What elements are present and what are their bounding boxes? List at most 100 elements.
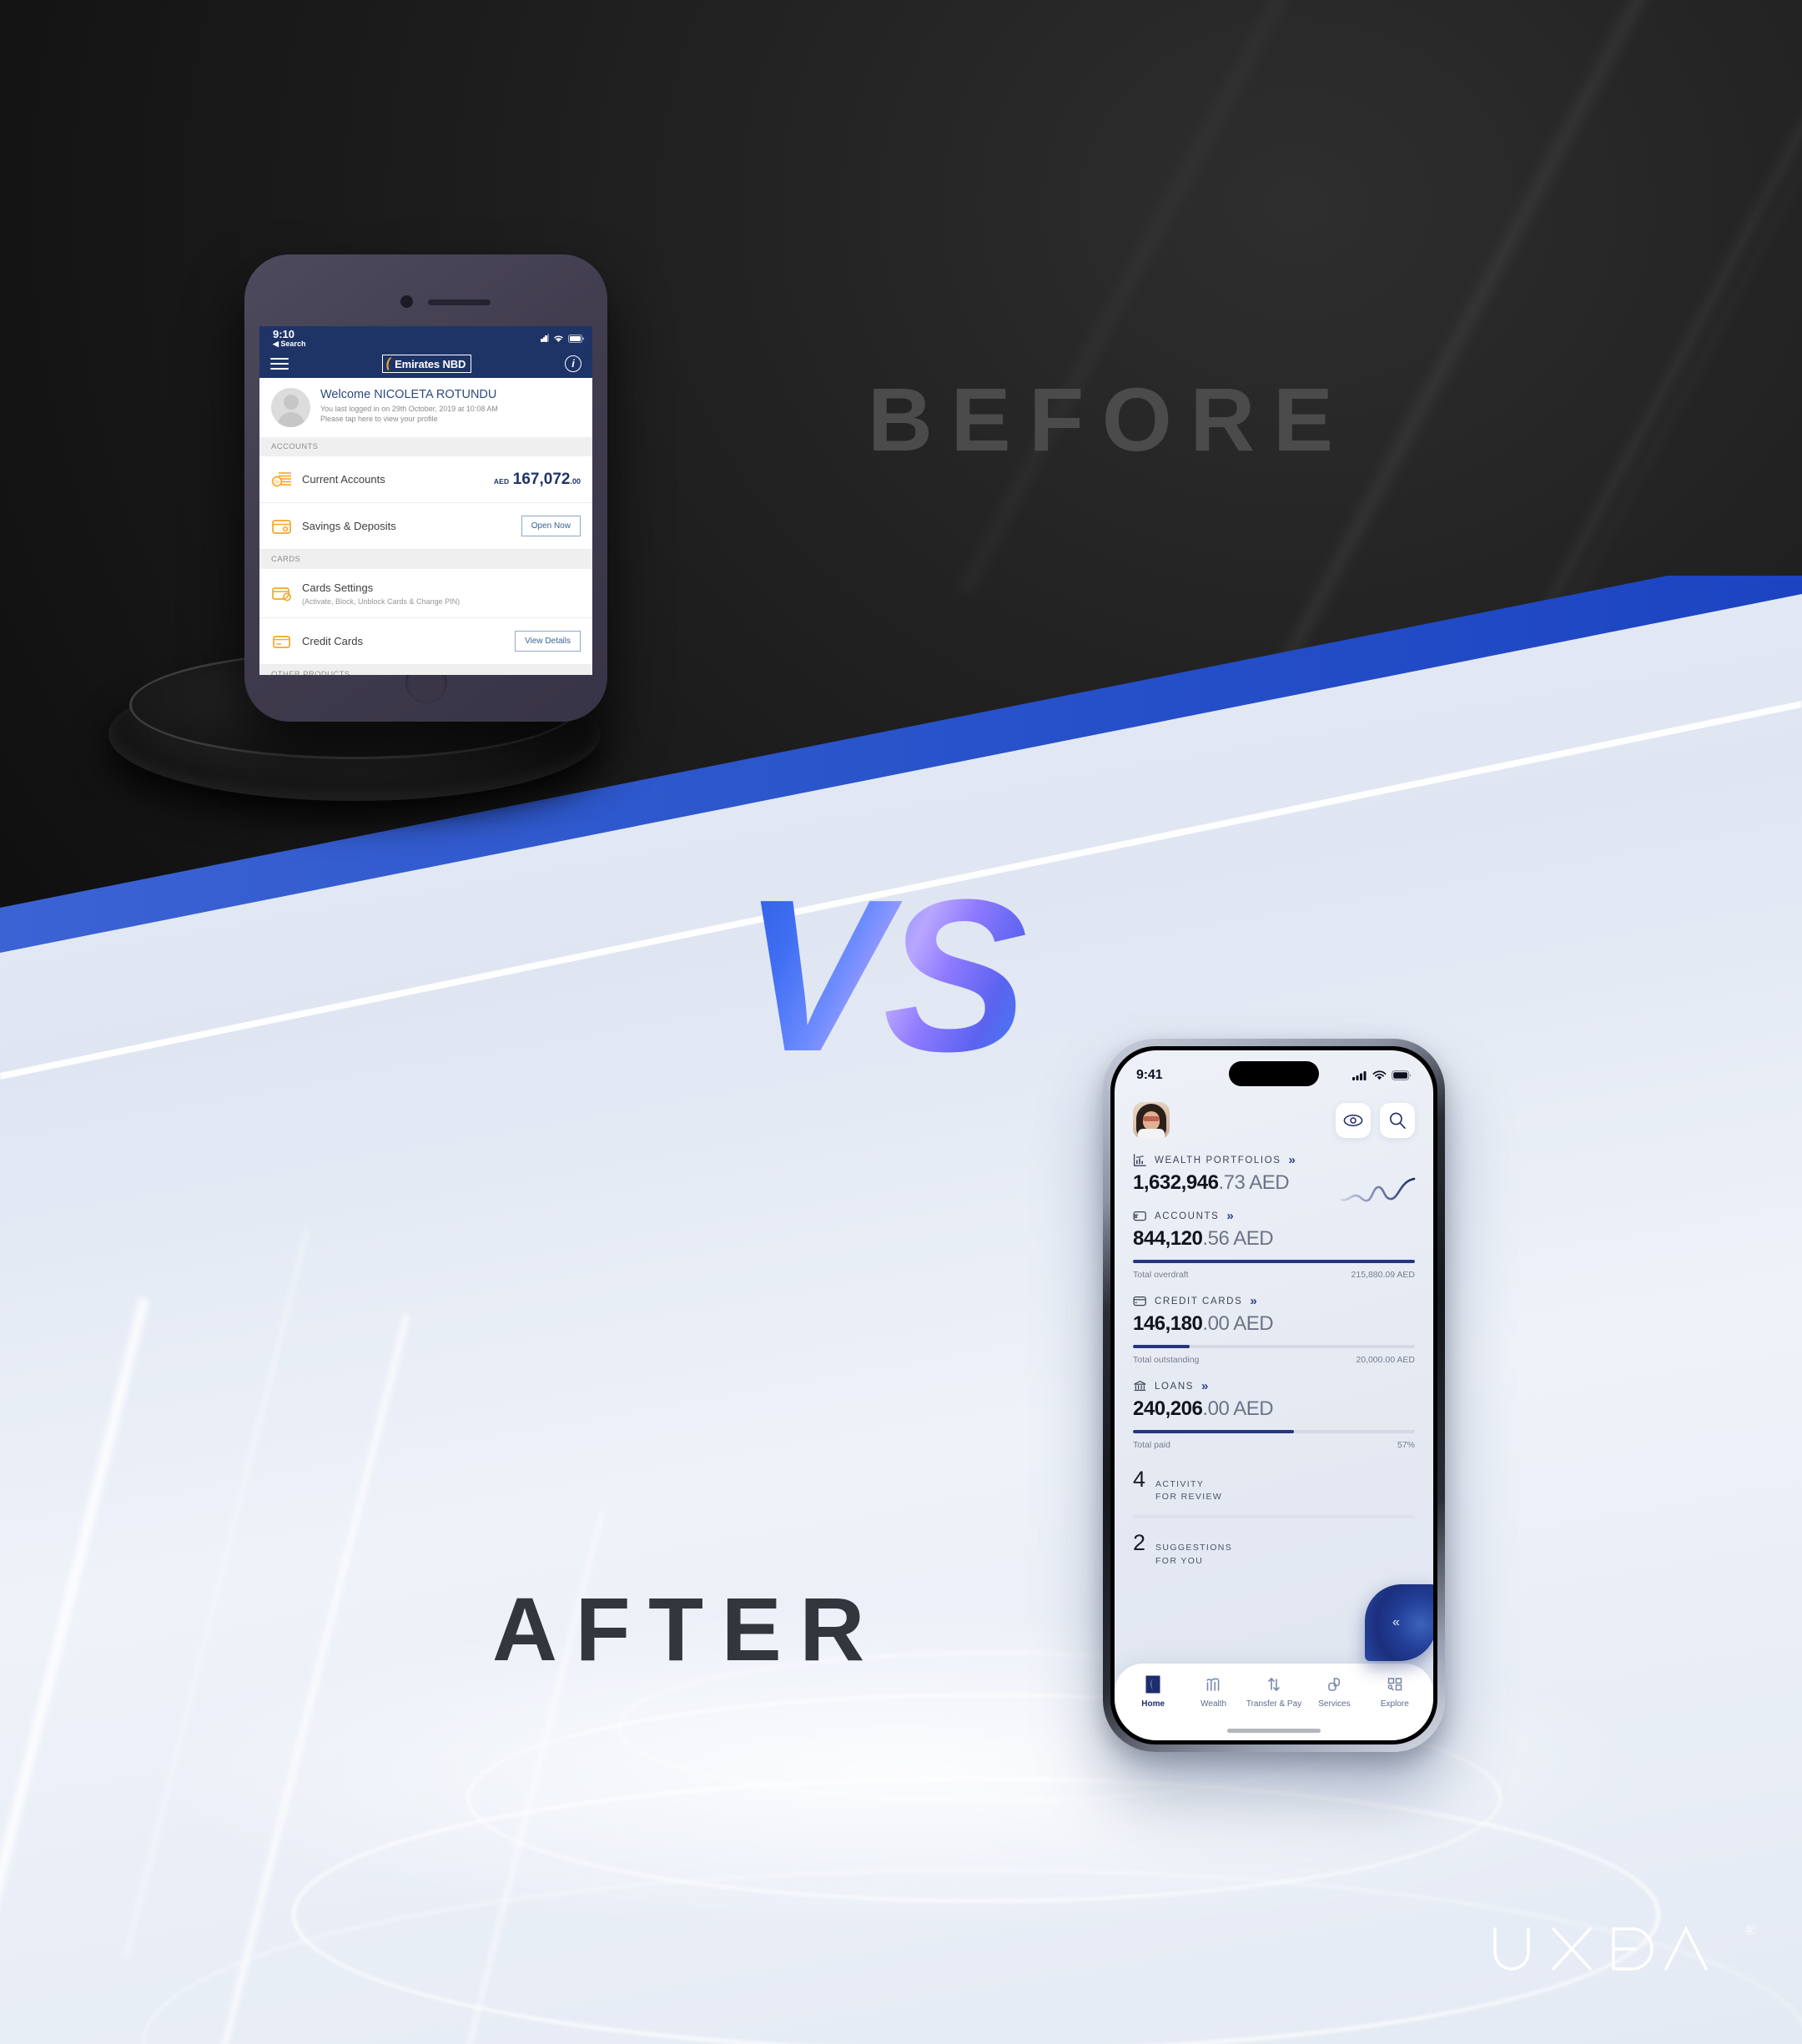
suggestions-label: SUGGESTIONS FOR YOU (1155, 1542, 1232, 1567)
account-balance: AED 167,072.00 (494, 471, 581, 489)
progress-fill (1133, 1260, 1415, 1263)
suggestions-count: 2 (1133, 1530, 1146, 1556)
tab-label: Wealth (1200, 1699, 1227, 1709)
balance-decimals: .00 (570, 476, 581, 486)
section-header-other-products: OTHER PRODUCTS (259, 665, 592, 675)
summary-block-loans[interactable]: LOANS » 240,206.00 AED Total paid 57% (1133, 1379, 1415, 1450)
front-camera-icon (400, 295, 414, 308)
block-label: LOANS (1155, 1381, 1195, 1392)
tab-home[interactable]: Home (1123, 1674, 1183, 1709)
list-item-title: Credit Cards (302, 634, 363, 647)
welcome-panel[interactable]: Welcome NICOLETA ROTUNDU You last logged… (259, 378, 592, 437)
amount-main: 146,180 (1133, 1312, 1203, 1335)
open-now-button[interactable]: Open Now (521, 516, 581, 536)
cellular-icon (541, 331, 549, 346)
tab-label: Home (1141, 1699, 1165, 1709)
info-icon[interactable]: i (565, 355, 581, 372)
list-item[interactable]: Cards Settings (Activate, Block, Unblock… (259, 569, 592, 618)
progress-bar (1133, 1345, 1415, 1348)
amount-decimals: .00 AED (1202, 1312, 1274, 1335)
before-phone-screen: 9:10 ◀ Search ( Emirates NBD i Welcome N… (259, 326, 592, 675)
tab-wealth[interactable]: Wealth (1183, 1674, 1243, 1709)
coins-icon: Dh (271, 471, 293, 489)
hamburger-icon[interactable] (270, 355, 289, 373)
balance-value: 167,072 (512, 470, 571, 488)
summary-block-wealth[interactable]: WEALTH PORTFOLIOS » 1,632,946.73 AED (1133, 1153, 1416, 1202)
home-indicator[interactable] (1227, 1729, 1321, 1733)
bar-chart-icon (1206, 1678, 1220, 1691)
collapse-panel-handle[interactable]: « (1365, 1584, 1433, 1661)
old-status-bar: 9:10 ◀ Search (259, 326, 592, 350)
after-header-row (1133, 1102, 1415, 1139)
block-label: WEALTH PORTFOLIOS (1155, 1155, 1281, 1165)
logo-mark-icon: ( (385, 356, 391, 370)
progress-fill (1133, 1430, 1294, 1433)
search-icon (1389, 1112, 1406, 1130)
list-item[interactable]: Credit Cards View Details (259, 618, 592, 665)
wallet-icon (1133, 1211, 1146, 1221)
tab-services[interactable]: Services (1304, 1674, 1364, 1709)
block-header: ACCOUNTS » (1133, 1209, 1415, 1223)
user-avatar[interactable] (1133, 1102, 1170, 1139)
activity-count: 4 (1133, 1467, 1146, 1492)
activity-label: ACTIVITY FOR REVIEW (1155, 1478, 1222, 1503)
search-icon-button[interactable] (1380, 1103, 1415, 1138)
eye-icon-button[interactable] (1336, 1103, 1371, 1138)
tab-explore[interactable]: Explore (1365, 1674, 1425, 1709)
list-item-subtitle: (Activate, Block, Unblock Cards & Change… (302, 597, 461, 606)
amount-main: 844,120 (1133, 1227, 1203, 1250)
list-item[interactable]: Dh Current Accounts AED 167,072.00 (259, 456, 592, 503)
profile-hint-text: Please tap here to view your profile (320, 415, 438, 424)
avatar-body (1138, 1129, 1165, 1139)
card-settings-icon (271, 584, 293, 602)
meta-label: Total overdraft (1133, 1270, 1189, 1280)
view-details-button[interactable]: View Details (515, 631, 581, 652)
status-time: 9:41 (1136, 1068, 1163, 1082)
list-item-text: Credit Cards (302, 634, 506, 649)
block-label: CREDIT CARDS (1155, 1296, 1243, 1306)
double-chevron-left-icon: « (1392, 1615, 1400, 1629)
meta-label: Total paid (1133, 1440, 1170, 1450)
chevron-right-icon[interactable]: » (1201, 1379, 1209, 1393)
emirates-nbd-logo-icon (1145, 1675, 1160, 1694)
logo-text: Emirates NBD (395, 357, 466, 370)
chevron-right-icon[interactable]: » (1226, 1209, 1234, 1223)
status-indicators (1352, 1070, 1412, 1080)
progress-bar (1133, 1260, 1415, 1263)
welcome-greeting: Welcome NICOLETA ROTUNDU (320, 388, 497, 401)
suggestions-label-line1: SUGGESTIONS (1155, 1543, 1233, 1553)
vs-badge: VS (742, 868, 1076, 1118)
activity-count-row[interactable]: 4 ACTIVITY FOR REVIEW (1133, 1467, 1415, 1503)
block-header: LOANS » (1133, 1379, 1415, 1393)
chevron-right-icon[interactable]: » (1250, 1294, 1257, 1308)
last-login-text: You last logged in on 29th October, 2019… (320, 405, 498, 413)
activity-label-line2: FOR REVIEW (1155, 1492, 1223, 1503)
list-item-text: Current Accounts (302, 472, 485, 487)
summary-block-credit-cards[interactable]: CREDIT CARDS » 146,180.00 AED Total outs… (1133, 1294, 1415, 1365)
grid-icon (1387, 1678, 1402, 1691)
avatar-sunglasses (1143, 1116, 1160, 1121)
tab-label: Transfer & Pay (1246, 1699, 1302, 1709)
after-phone-device: 9:41 WEALTH PORTFOLIOS » 1,632,946.73 AE… (1103, 1039, 1445, 1752)
status-back-text: Search (280, 340, 306, 348)
summary-block-accounts[interactable]: ACCOUNTS » 844,120.56 AED Total overdraf… (1133, 1209, 1415, 1280)
list-item[interactable]: Savings & Deposits Open Now (259, 503, 592, 550)
battery-icon (568, 335, 584, 343)
avatar (271, 388, 310, 427)
suggestions-count-row[interactable]: 2 SUGGESTIONS FOR YOU (1133, 1530, 1415, 1567)
chevron-right-icon[interactable]: » (1289, 1153, 1296, 1167)
cellular-icon (1352, 1071, 1367, 1080)
tab-label: Services (1318, 1699, 1351, 1709)
block-header: CREDIT CARDS » (1133, 1294, 1415, 1308)
meta-label: Total outstanding (1133, 1355, 1200, 1365)
after-heading: AFTER (492, 1578, 883, 1679)
tab-transfer-pay[interactable]: Transfer & Pay (1244, 1674, 1304, 1709)
block-meta: Total outstanding 20,000.00 AED (1133, 1355, 1415, 1365)
block-header: WEALTH PORTFOLIOS » (1133, 1153, 1415, 1167)
bank-icon (1134, 1380, 1146, 1392)
transfer-arrows-icon (1268, 1677, 1280, 1692)
poster-stage: BEFORE AFTER VS 9:10 ◀ Search (Emirates… (0, 0, 1802, 2044)
after-phone-bezel: 9:41 WEALTH PORTFOLIOS » 1,632,946.73 AE… (1110, 1046, 1437, 1744)
wifi-icon (1372, 1070, 1387, 1080)
status-back-label[interactable]: ◀ Search (273, 340, 305, 349)
